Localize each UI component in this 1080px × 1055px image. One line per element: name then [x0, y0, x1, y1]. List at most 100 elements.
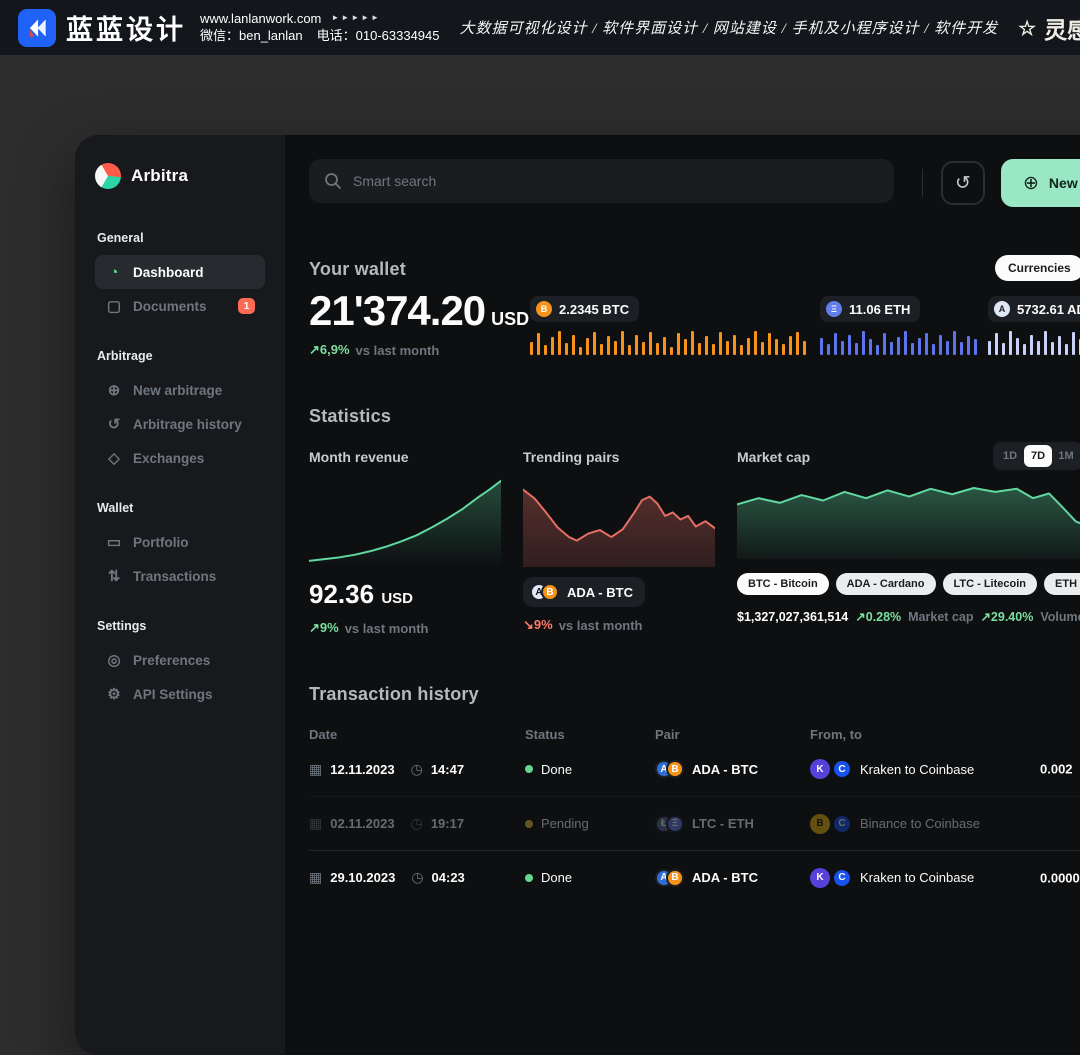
- wallet-change: ↗6,9%: [309, 342, 350, 358]
- chip-ada-cardano[interactable]: ADA - Cardano: [836, 573, 936, 595]
- star-icon: ☆: [1018, 16, 1036, 40]
- search-input[interactable]: [309, 159, 894, 203]
- ada-balance-badge: A 5732.61 ADA: [988, 296, 1080, 322]
- amount-value: 0.002: [1040, 762, 1073, 777]
- sidebar-item-transactions[interactable]: ⇅ Transactions: [95, 559, 265, 593]
- sidebar-item-dashboard[interactable]: ◔ Dashboard: [95, 255, 265, 289]
- search-icon: [324, 172, 342, 190]
- amount-value: 0.0000: [1040, 870, 1080, 885]
- market-cap-chart: [737, 481, 1080, 559]
- eth-icon: Ξ: [826, 301, 842, 317]
- wallet-title: Your wallet: [309, 259, 1080, 280]
- range-1d[interactable]: 1D: [996, 445, 1024, 467]
- month-revenue-card: Month revenue 92.36 USD ↗9% vs last mont…: [309, 449, 501, 636]
- wallet-currency: USD: [491, 309, 529, 329]
- coinbase-icon: C: [832, 868, 852, 888]
- asset-eth: Ξ 11.06 ETH: [820, 296, 988, 358]
- wallet-assets: B 2.2345 BTC Ξ 11.06 ETH: [530, 290, 1080, 358]
- coinbase-icon: C: [832, 814, 852, 834]
- trending-pairs-change: ↘9%: [523, 617, 553, 633]
- sidebar-item-portfolio[interactable]: ▭ Portfolio: [95, 525, 265, 559]
- arrows-decoration: ►►►►►: [331, 14, 381, 23]
- wallet-amount: 21'374.20: [309, 287, 485, 334]
- btc-balance-badge: B 2.2345 BTC: [530, 296, 639, 322]
- section-title-wallet: Wallet: [97, 501, 263, 515]
- status-label: Done: [541, 870, 572, 885]
- coin-filter-chips: BTC - Bitcoin ADA - Cardano LTC - Liteco…: [737, 573, 1080, 595]
- sidebar-item-new-arbitrage[interactable]: ⊕ New arbitrage: [95, 373, 265, 407]
- section-title-general: General: [97, 231, 263, 245]
- new-arbitrage-button[interactable]: ⊕ New arbitrage: [1001, 159, 1080, 207]
- transfer-icon: ⇅: [105, 567, 123, 585]
- document-icon: ▢: [105, 297, 123, 315]
- ada-icon: A: [994, 301, 1010, 317]
- market-cap-change: ↗0.28%: [855, 609, 901, 624]
- history-button[interactable]: ↺: [941, 161, 985, 205]
- inspiration-collect-link[interactable]: ☆ 灵感收集: [1018, 11, 1080, 45]
- history-icon: ↺: [105, 415, 123, 433]
- asset-btc: B 2.2345 BTC: [530, 296, 820, 358]
- section-title-settings: Settings: [97, 619, 263, 633]
- topbar-divider: [922, 169, 923, 197]
- exchange-icon: ◇: [105, 449, 123, 467]
- ada-bars-chart: [988, 331, 1080, 355]
- clock-icon: ◷: [411, 761, 423, 778]
- chip-ltc-litecoin[interactable]: LTC - Litecoin: [943, 573, 1038, 595]
- chip-btc-bitcoin[interactable]: BTC - Bitcoin: [737, 573, 829, 595]
- section-title-arbitrage: Arbitrage: [97, 349, 263, 363]
- transaction-history-title: Transaction history: [309, 684, 1080, 705]
- search-box: [309, 159, 894, 203]
- status-dot: [525, 765, 533, 773]
- column-status: Status: [525, 727, 655, 742]
- clock-icon: ◷: [411, 815, 423, 832]
- kraken-icon: K: [810, 759, 830, 779]
- table-row[interactable]: ▦ 02.11.2023 ◷ 19:17 Pending Ł Ξ LTC - E…: [309, 796, 1080, 850]
- brand-name: 蓝蓝设计: [66, 8, 186, 47]
- trending-pairs-card: Trending pairs A B ADA - BTC ↘9% vs last…: [523, 449, 715, 636]
- volume-change: ↗29.40%: [980, 609, 1033, 624]
- topbar: ↺ ⊕ New arbitrage: [309, 159, 1080, 207]
- market-cap-value: $1,327,027,361,514: [737, 610, 848, 624]
- sidebar-item-preferences[interactable]: ◎ Preferences: [95, 643, 265, 677]
- column-from-to: From, to: [810, 727, 1080, 742]
- brand-url[interactable]: www.lanlanwork.com: [200, 12, 321, 26]
- sidebar-item-arbitrage-history[interactable]: ↺ Arbitrage history: [95, 407, 265, 441]
- table-row[interactable]: ▦ 12.11.2023 ◷ 14:47 Done A B ADA - BTC: [309, 742, 1080, 796]
- kraken-icon: K: [810, 868, 830, 888]
- trending-pair-badge[interactable]: A B ADA - BTC: [523, 577, 645, 607]
- lanlan-logo-icon: [18, 9, 56, 47]
- column-pair: Pair: [655, 727, 810, 742]
- main-content: ↺ ⊕ New arbitrage Your wallet Currencies…: [285, 135, 1080, 1055]
- wallet-change-note: vs last month: [356, 343, 440, 358]
- statistics-title: Statistics: [309, 406, 1080, 427]
- statistics-section: Statistics Month revenue 92.36 USD ↗9% v…: [309, 406, 1080, 636]
- wallet-section: Your wallet Currencies Exchanges 21'374.…: [309, 259, 1080, 358]
- chip-eth-ethereum[interactable]: ETH - Ethereum: [1044, 573, 1080, 595]
- calendar-icon: ▦: [309, 761, 322, 778]
- tab-currencies[interactable]: Currencies: [995, 255, 1080, 281]
- dashboard-icon: ◔: [105, 264, 123, 281]
- month-revenue-value: 92.36: [309, 579, 374, 609]
- asset-ada: A 5732.61 ADA: [988, 296, 1080, 358]
- btc-bars-chart: [530, 331, 812, 355]
- documents-count-badge: 1: [238, 298, 255, 314]
- month-revenue-chart: [309, 479, 501, 567]
- sidebar-item-exchanges[interactable]: ◇ Exchanges: [95, 441, 265, 475]
- eth-bars-chart: [820, 331, 980, 355]
- table-row[interactable]: ▦ 29.10.2023 ◷ 04:23 Done A B ADA - BTC: [309, 850, 1080, 904]
- trending-pairs-title: Trending pairs: [523, 449, 715, 465]
- sidebar-item-documents[interactable]: ▢ Documents 1: [95, 289, 265, 323]
- wallet-icon: ▭: [105, 533, 123, 551]
- range-1m[interactable]: 1M: [1052, 445, 1080, 467]
- calendar-icon: ▦: [309, 869, 322, 886]
- table-header: Date Status Pair From, to: [309, 727, 1080, 742]
- coinbase-icon: C: [832, 759, 852, 779]
- trending-pairs-chart: [523, 479, 715, 567]
- sidebar-item-api-settings[interactable]: ⚙ API Settings: [95, 677, 265, 711]
- app-logo-icon: [95, 163, 121, 189]
- range-7d[interactable]: 7D: [1024, 445, 1052, 467]
- wechat-contact: 微信：ben_lanlan: [200, 29, 303, 43]
- btc-icon: B: [666, 869, 684, 887]
- btc-icon: B: [666, 760, 684, 778]
- app-logo[interactable]: Arbitra: [95, 163, 265, 189]
